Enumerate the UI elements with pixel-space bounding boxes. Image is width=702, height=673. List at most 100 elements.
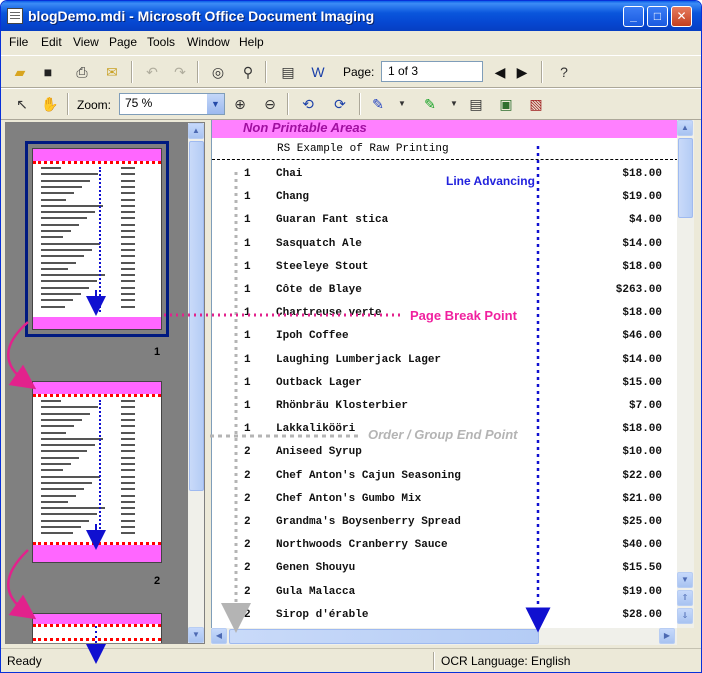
row-name: Steeleye Stout — [276, 260, 369, 273]
chevron-down-icon[interactable]: ▼ — [207, 94, 224, 114]
menu-window[interactable]: Window — [187, 35, 230, 49]
table-row: 1 Côte de Blaye $263.00 — [212, 284, 677, 307]
text-box-icon[interactable]: ▤ — [465, 93, 487, 115]
save-icon[interactable]: ■ — [37, 61, 59, 83]
help-icon[interactable]: ? — [553, 61, 575, 83]
row-name: Chef Anton's Gumbo Mix — [276, 492, 422, 505]
send-icon[interactable]: ✉ — [101, 61, 123, 83]
table-row: 2 Chef Anton's Cajun Seasoning $22.00 — [212, 470, 677, 493]
row-price: $18.00 — [622, 307, 662, 320]
standard-toolbar: ▰ ■ ⎙ ✉ ↶ ↷ ◎ ⚲ ▤ W Page: 1 of 3 ◀ ▶ ? — [1, 55, 701, 88]
menu-page[interactable]: Page — [109, 35, 137, 49]
row-name: Ipoh Coffee — [276, 330, 349, 343]
thumbnail-page-1[interactable] — [32, 148, 162, 330]
undo-icon[interactable]: ↶ — [141, 61, 163, 83]
ocr-icon[interactable]: ◎ — [207, 61, 229, 83]
reading-mode-icon[interactable]: ▧ — [525, 93, 547, 115]
row-price: $46.00 — [622, 330, 662, 343]
row-name: Chai — [276, 168, 303, 180]
print-icon[interactable]: ⎙ — [71, 61, 93, 83]
row-price: $18.00 — [622, 168, 662, 180]
zoom-in-icon[interactable]: ⊕ — [229, 93, 251, 115]
horizontal-scroll-thumb[interactable] — [229, 629, 539, 644]
zoom-value: 75 % — [125, 96, 153, 110]
page-break-point-label: Page Break Point — [408, 308, 519, 323]
table-row: 2 Chef Anton's Gumbo Mix $21.00 — [212, 493, 677, 516]
row-name: Outback Lager — [276, 376, 362, 389]
document-page-view[interactable]: Non Printable Areas RS Example of Raw Pr… — [211, 120, 677, 628]
zoom-label: Zoom: — [77, 98, 112, 112]
document-scroll-thumb[interactable] — [678, 138, 693, 218]
title-bar[interactable]: blogDemo.mdi - Microsoft Office Document… — [1, 1, 701, 31]
next-page-icon[interactable]: ▶ — [511, 61, 533, 83]
send-to-word-icon[interactable]: W — [307, 61, 329, 83]
table-row: 1 Guaran Fant stica $4.00 — [212, 214, 677, 237]
scroll-up-icon[interactable]: ▲ — [677, 120, 693, 136]
thumbnail-page-2[interactable] — [32, 381, 162, 563]
picture-icon[interactable]: ▣ — [495, 93, 517, 115]
row-qty: 1 — [244, 237, 251, 250]
rotate-left-icon[interactable]: ⟲ — [297, 93, 319, 115]
row-price: $15.50 — [622, 562, 662, 575]
highlighter-icon[interactable]: ✎ — [419, 93, 441, 115]
menu-bar: File Edit View Page Tools Window Help — [1, 31, 701, 53]
pen-icon[interactable]: ✎ — [367, 93, 389, 115]
row-qty: 1 — [244, 168, 251, 180]
close-button[interactable]: ✕ — [671, 6, 692, 27]
scroll-down-icon[interactable]: ▼ — [188, 627, 204, 643]
scroll-right-icon[interactable]: ▶ — [659, 628, 675, 644]
thumbnail-page-3[interactable] — [32, 613, 162, 643]
find-icon[interactable]: ⚲ — [237, 61, 259, 83]
rotate-right-icon[interactable]: ⟳ — [329, 93, 351, 115]
select-pointer-icon[interactable]: ↖ — [11, 93, 33, 115]
zoom-out-icon[interactable]: ⊖ — [259, 93, 281, 115]
table-row: 1 Outback Lager $15.00 — [212, 377, 677, 400]
open-icon[interactable]: ▰ — [9, 61, 31, 83]
page-field[interactable]: 1 of 3 — [381, 61, 483, 82]
status-bar: Ready OCR Language: English — [1, 648, 701, 672]
row-qty: 2 — [244, 585, 251, 598]
document-vertical-scrollbar[interactable]: ▲ ▼ ⇑ ⇓ — [677, 120, 694, 628]
row-name: Grandma's Boysenberry Spread — [276, 516, 461, 528]
previous-page-scroll-icon[interactable]: ⇑ — [677, 590, 693, 606]
maximize-button[interactable]: □ — [647, 6, 668, 27]
row-qty: 1 — [244, 214, 251, 227]
row-price: $18.00 — [622, 260, 662, 273]
document-app-icon[interactable] — [7, 8, 23, 24]
thumbnail-scrollbar[interactable]: ▲ ▼ — [188, 123, 204, 643]
menu-file[interactable]: File — [9, 35, 28, 49]
minimize-button[interactable]: _ — [623, 6, 644, 27]
menu-view[interactable]: View — [73, 35, 99, 49]
next-page-scroll-icon[interactable]: ⇓ — [677, 608, 693, 624]
menu-help[interactable]: Help — [239, 35, 264, 49]
row-name: Guaran Fant stica — [276, 214, 389, 227]
report-title: RS Example of Raw Printing — [277, 143, 449, 155]
previous-page-icon[interactable]: ◀ — [489, 61, 511, 83]
row-name: Chartreuse verte — [276, 307, 382, 320]
line-advancing-label: Line Advancing — [444, 174, 537, 188]
table-row: 2 Gula Malacca $19.00 — [212, 586, 677, 609]
row-price: $18.00 — [622, 423, 662, 436]
row-name: Northwoods Cranberry Sauce — [276, 539, 448, 552]
scroll-down-icon[interactable]: ▼ — [677, 572, 693, 588]
thumbnail-scroll-thumb[interactable] — [189, 141, 204, 491]
table-row: 1 Laughing Lumberjack Lager $14.00 — [212, 354, 677, 377]
row-price: $19.00 — [622, 191, 662, 204]
menu-edit[interactable]: Edit — [41, 35, 62, 49]
row-qty: 1 — [244, 353, 251, 366]
highlighter-dropdown-icon[interactable]: ▼ — [443, 93, 465, 115]
row-price: $22.00 — [622, 469, 662, 482]
scroll-left-icon[interactable]: ◀ — [211, 628, 227, 644]
document-horizontal-scrollbar[interactable]: ◀ ▶ — [211, 628, 677, 645]
scan-icon[interactable]: ▤ — [277, 61, 299, 83]
pan-hand-icon[interactable]: ✋ — [39, 93, 61, 115]
row-qty: 2 — [244, 492, 251, 505]
redo-icon[interactable]: ↷ — [169, 61, 191, 83]
row-qty: 2 — [244, 562, 251, 575]
zoom-select[interactable]: 75 % ▼ — [119, 93, 225, 115]
pen-dropdown-icon[interactable]: ▼ — [391, 93, 413, 115]
ocr-language-status: OCR Language: English — [441, 654, 571, 668]
menu-tools[interactable]: Tools — [147, 35, 175, 49]
table-row: 2 Northwoods Cranberry Sauce $40.00 — [212, 539, 677, 562]
scroll-up-icon[interactable]: ▲ — [188, 123, 204, 139]
